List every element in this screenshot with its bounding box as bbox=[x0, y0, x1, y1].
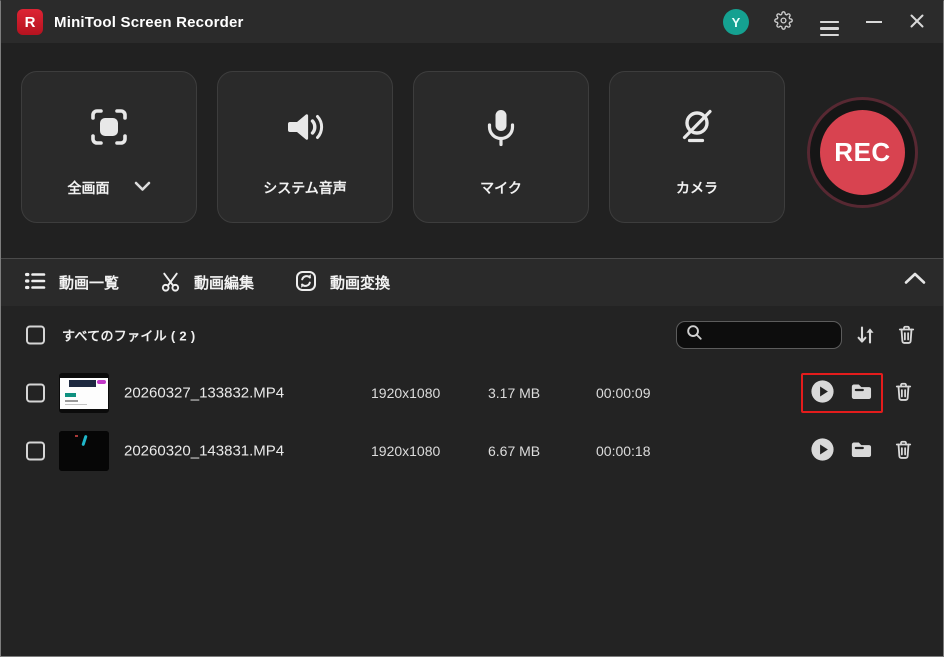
fullscreen-icon bbox=[86, 104, 132, 155]
file-thumbnail bbox=[59, 373, 109, 413]
play-icon bbox=[809, 378, 836, 408]
file-name: 20260327_133832.MP4 bbox=[124, 385, 359, 402]
system-audio-label: システム音声 bbox=[263, 178, 347, 198]
video-convert-icon bbox=[294, 269, 318, 296]
camera-off-icon bbox=[674, 104, 720, 155]
search-input[interactable] bbox=[709, 328, 833, 343]
file-list-header: すべてのファイル ( 2 ) bbox=[1, 306, 943, 364]
titlebar-controls: Y bbox=[723, 9, 927, 35]
fullscreen-source-card[interactable]: 全画面 bbox=[21, 71, 197, 223]
microphone-card[interactable]: マイク bbox=[413, 71, 589, 223]
play-button[interactable] bbox=[809, 436, 836, 466]
delete-file-button[interactable] bbox=[892, 380, 915, 406]
trash-icon bbox=[892, 380, 915, 406]
minimize-icon bbox=[866, 21, 882, 23]
window-title: MiniTool Screen Recorder bbox=[54, 14, 723, 31]
system-audio-card[interactable]: システム音声 bbox=[217, 71, 393, 223]
delete-file-button[interactable] bbox=[892, 438, 915, 464]
chevron-up-icon bbox=[903, 273, 927, 288]
avatar-letter: Y bbox=[732, 15, 741, 30]
file-duration: 00:00:18 bbox=[596, 443, 651, 459]
camera-card[interactable]: カメラ bbox=[609, 71, 785, 223]
play-button[interactable] bbox=[809, 378, 836, 408]
video-list-icon bbox=[23, 269, 47, 296]
menu-button[interactable] bbox=[818, 19, 841, 26]
file-duration: 00:00:09 bbox=[596, 385, 651, 401]
select-all-label: すべてのファイル ( 2 ) bbox=[62, 326, 196, 345]
row-actions-highlight-box bbox=[801, 431, 883, 471]
tab-video-convert[interactable]: 動画変換 bbox=[294, 269, 390, 296]
file-size: 6.67 MB bbox=[488, 443, 540, 459]
rec-label: REC bbox=[834, 137, 890, 168]
file-thumbnail bbox=[59, 431, 109, 471]
recorder-section: 全画面 システム音声 bbox=[1, 43, 943, 258]
logo-letter: R bbox=[25, 14, 36, 31]
title-bar: R MiniTool Screen Recorder Y bbox=[1, 1, 943, 43]
file-checkbox[interactable] bbox=[26, 384, 45, 403]
user-avatar[interactable]: Y bbox=[723, 9, 749, 35]
sort-button[interactable] bbox=[853, 323, 879, 349]
open-folder-button[interactable] bbox=[848, 436, 875, 466]
microphone-label: マイク bbox=[480, 178, 522, 198]
tab-video-edit-label: 動画編集 bbox=[194, 272, 254, 293]
row-actions-highlight-box bbox=[801, 373, 883, 413]
rec-button[interactable]: REC bbox=[807, 97, 918, 208]
folder-icon bbox=[848, 378, 875, 408]
open-folder-button[interactable] bbox=[848, 378, 875, 408]
file-resolution: 1920x1080 bbox=[371, 385, 440, 401]
select-all-checkbox[interactable] bbox=[26, 326, 45, 345]
close-button[interactable] bbox=[907, 11, 927, 34]
tab-video-edit[interactable]: 動画編集 bbox=[159, 270, 254, 296]
rec-button-inner: REC bbox=[820, 110, 905, 195]
source-cards: 全画面 システム音声 bbox=[21, 71, 785, 223]
file-list-panel: すべてのファイル ( 2 ) bbox=[1, 306, 943, 656]
minimize-button[interactable] bbox=[864, 19, 884, 25]
tab-video-convert-label: 動画変換 bbox=[330, 272, 390, 293]
folder-icon bbox=[848, 436, 875, 466]
trash-icon bbox=[895, 323, 918, 349]
search-icon bbox=[686, 324, 703, 346]
search-box[interactable] bbox=[676, 321, 842, 349]
file-size: 3.17 MB bbox=[488, 385, 540, 401]
sort-icon bbox=[854, 323, 878, 350]
file-checkbox[interactable] bbox=[26, 442, 45, 461]
row-actions bbox=[801, 373, 915, 413]
gear-icon bbox=[774, 11, 793, 33]
system-audio-icon bbox=[282, 104, 328, 155]
trash-icon bbox=[892, 438, 915, 464]
play-icon bbox=[809, 436, 836, 466]
camera-label: カメラ bbox=[676, 178, 718, 198]
file-name: 20260320_143831.MP4 bbox=[124, 443, 359, 460]
chevron-down-icon[interactable] bbox=[134, 179, 151, 197]
microphone-icon bbox=[478, 104, 524, 155]
file-row[interactable]: 20260320_143831.MP4 1920x1080 6.67 MB 00… bbox=[1, 422, 943, 480]
collapse-panel-button[interactable] bbox=[903, 271, 927, 288]
row-actions bbox=[801, 431, 915, 471]
settings-button[interactable] bbox=[772, 9, 795, 35]
app-logo-icon: R bbox=[17, 9, 43, 35]
tab-video-list[interactable]: 動画一覧 bbox=[23, 269, 119, 296]
app-window: R MiniTool Screen Recorder Y bbox=[0, 0, 944, 657]
hamburger-icon bbox=[820, 21, 839, 24]
delete-all-button[interactable] bbox=[893, 323, 919, 349]
fullscreen-label: 全画面 bbox=[68, 178, 110, 198]
close-icon bbox=[909, 13, 925, 32]
file-resolution: 1920x1080 bbox=[371, 443, 440, 459]
tab-bar: 動画一覧 動画編集 bbox=[1, 258, 943, 306]
file-row[interactable]: 20260327_133832.MP4 1920x1080 3.17 MB 00… bbox=[1, 364, 943, 422]
video-edit-icon bbox=[159, 270, 182, 296]
tab-video-list-label: 動画一覧 bbox=[59, 272, 119, 293]
